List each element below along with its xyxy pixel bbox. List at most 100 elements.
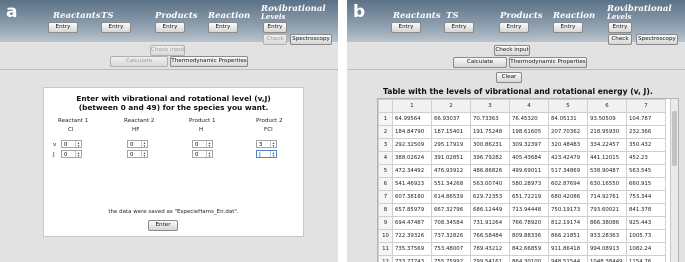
table-cell[interactable]: 614.86539 <box>431 190 471 204</box>
check-input-button[interactable]: Check input <box>150 45 185 56</box>
table-cell[interactable]: 538.90487 <box>587 164 627 178</box>
enter-button[interactable]: Enter <box>148 220 178 231</box>
clear-button[interactable]: Clear <box>496 72 522 83</box>
table-cell[interactable]: 694.47487 <box>392 216 432 230</box>
stepper-arrows-icon[interactable]: ▴ ▾ <box>206 141 212 147</box>
table-cell[interactable]: 753.48007 <box>431 242 471 256</box>
table-cell[interactable]: 441.12015 <box>587 151 627 165</box>
column-header[interactable]: 2 <box>431 99 471 113</box>
table-cell[interactable]: 191.75248 <box>470 125 510 139</box>
row-number[interactable]: 8 <box>378 203 393 217</box>
row-number[interactable]: 11 <box>378 242 393 256</box>
row-number[interactable]: 9 <box>378 216 393 230</box>
thermodynamic-properties-button[interactable]: Thermodynamic Properties <box>170 56 248 67</box>
spectroscopy-button[interactable]: Spectroscopy <box>290 34 332 45</box>
table-cell[interactable]: 499.69011 <box>509 164 549 178</box>
product-2-v-stepper[interactable]: 3 ▴ ▾ <box>256 140 277 148</box>
reactant-2-j-stepper[interactable]: 0 ▴ ▾ <box>127 150 148 158</box>
table-cell[interactable]: 295.17919 <box>431 138 471 152</box>
thermodynamic-properties-button[interactable]: Thermodynamic Properties <box>509 57 587 68</box>
table-cell[interactable]: 841.378 <box>626 203 666 217</box>
check-button[interactable]: Check <box>608 34 632 45</box>
table-cell[interactable]: 472.34492 <box>392 164 432 178</box>
table-cell[interactable]: 388.02624 <box>392 151 432 165</box>
table-cell[interactable]: 925.443 <box>626 216 666 230</box>
table-cell[interactable]: 866.21851 <box>548 229 588 243</box>
stepper-arrows-icon[interactable]: ▴ ▾ <box>75 151 81 157</box>
column-header[interactable]: 1 <box>392 99 432 113</box>
rovibrational-entry-button[interactable]: Entry <box>608 22 632 33</box>
stepper-arrows-icon[interactable]: ▴ ▾ <box>141 141 147 147</box>
table-cell[interactable]: 66.93037 <box>431 112 471 126</box>
table-cell[interactable]: 486.86826 <box>470 164 510 178</box>
table-cell[interactable]: 789.43212 <box>470 242 510 256</box>
table-cell[interactable]: 866.38086 <box>587 216 627 230</box>
column-header[interactable]: 4 <box>509 99 549 113</box>
column-header[interactable]: 6 <box>587 99 627 113</box>
table-cell[interactable]: 602.87694 <box>548 177 588 191</box>
table-cell[interactable]: 76.45320 <box>509 112 549 126</box>
table-cell[interactable]: 104.787 <box>626 112 666 126</box>
table-cell[interactable]: 184.84790 <box>392 125 432 139</box>
scrollbar-thumb[interactable] <box>672 111 677 166</box>
table-cell[interactable]: 735.37569 <box>392 242 432 256</box>
table-cell[interactable]: 733.77743 <box>392 255 432 262</box>
table-cell[interactable]: 187.15401 <box>431 125 471 139</box>
table-cell[interactable]: 793.60021 <box>587 203 627 217</box>
products-entry-button[interactable]: Entry <box>499 22 529 33</box>
table-cell[interactable]: 713.94448 <box>509 203 549 217</box>
table-cell[interactable]: 563.00740 <box>470 177 510 191</box>
table-cell[interactable]: 563.545 <box>626 164 666 178</box>
table-cell[interactable]: 84.05131 <box>548 112 588 126</box>
table-cell[interactable]: 842.66859 <box>509 242 549 256</box>
table-cell[interactable]: 812.19174 <box>548 216 588 230</box>
calculate-button[interactable]: Calculate <box>110 56 168 67</box>
row-number[interactable]: 10 <box>378 229 393 243</box>
row-number[interactable]: 12 <box>378 255 393 262</box>
table-cell[interactable]: 232.366 <box>626 125 666 139</box>
table-cell[interactable]: 766.58484 <box>470 229 510 243</box>
table-cell[interactable]: 423.42479 <box>548 151 588 165</box>
table-cell[interactable]: 911.86418 <box>548 242 588 256</box>
table-cell[interactable]: 708.34584 <box>431 216 471 230</box>
table-cell[interactable]: 64.99564 <box>392 112 432 126</box>
reaction-entry-button[interactable]: Entry <box>208 22 238 33</box>
table-cell[interactable]: 948.51544 <box>548 255 588 262</box>
table-cell[interactable]: 300.86231 <box>470 138 510 152</box>
table-cell[interactable]: 405.43684 <box>509 151 549 165</box>
ts-entry-button[interactable]: Entry <box>444 22 474 33</box>
table-cell[interactable]: 70.73363 <box>470 112 510 126</box>
table-cell[interactable]: 686.12449 <box>470 203 510 217</box>
table-cell[interactable]: 476.93912 <box>431 164 471 178</box>
check-button[interactable]: Check <box>263 34 287 45</box>
stepper-arrows-icon[interactable]: ▴ ▾ <box>270 141 276 147</box>
table-cell[interactable]: 933.28363 <box>587 229 627 243</box>
products-entry-button[interactable]: Entry <box>155 22 185 33</box>
product-1-v-stepper[interactable]: 0 ▴ ▾ <box>192 140 213 148</box>
table-cell[interactable]: 753.344 <box>626 190 666 204</box>
reactant-1-j-stepper[interactable]: 0 ▴ ▾ <box>61 150 82 158</box>
row-number[interactable]: 6 <box>378 177 393 191</box>
reactant-1-v-stepper[interactable]: 0 ▴ ▾ <box>61 140 82 148</box>
row-number-header[interactable] <box>378 99 393 113</box>
table-cell[interactable]: 207.70362 <box>548 125 588 139</box>
table-cell[interactable]: 1005.73 <box>626 229 666 243</box>
table-cell[interactable]: 452.23 <box>626 151 666 165</box>
table-cell[interactable]: 714.92761 <box>587 190 627 204</box>
row-number[interactable]: 4 <box>378 151 393 165</box>
reaction-entry-button[interactable]: Entry <box>553 22 583 33</box>
stepper-arrows-icon[interactable]: ▴ ▾ <box>141 151 147 157</box>
spectroscopy-button[interactable]: Spectroscopy <box>636 34 678 45</box>
table-cell[interactable]: 750.19173 <box>548 203 588 217</box>
table-cell[interactable]: 629.72353 <box>470 190 510 204</box>
table-cell[interactable]: 551.34268 <box>431 177 471 191</box>
reactants-entry-button[interactable]: Entry <box>48 22 78 33</box>
table-cell[interactable]: 292.32509 <box>392 138 432 152</box>
table-cell[interactable]: 667.32796 <box>431 203 471 217</box>
table-cell[interactable]: 660.915 <box>626 177 666 191</box>
table-cell[interactable]: 766.78920 <box>509 216 549 230</box>
check-input-button[interactable]: Check input <box>494 45 530 56</box>
row-number[interactable]: 5 <box>378 164 393 178</box>
ts-entry-button[interactable]: Entry <box>101 22 131 33</box>
table-cell[interactable]: 722.39326 <box>392 229 432 243</box>
